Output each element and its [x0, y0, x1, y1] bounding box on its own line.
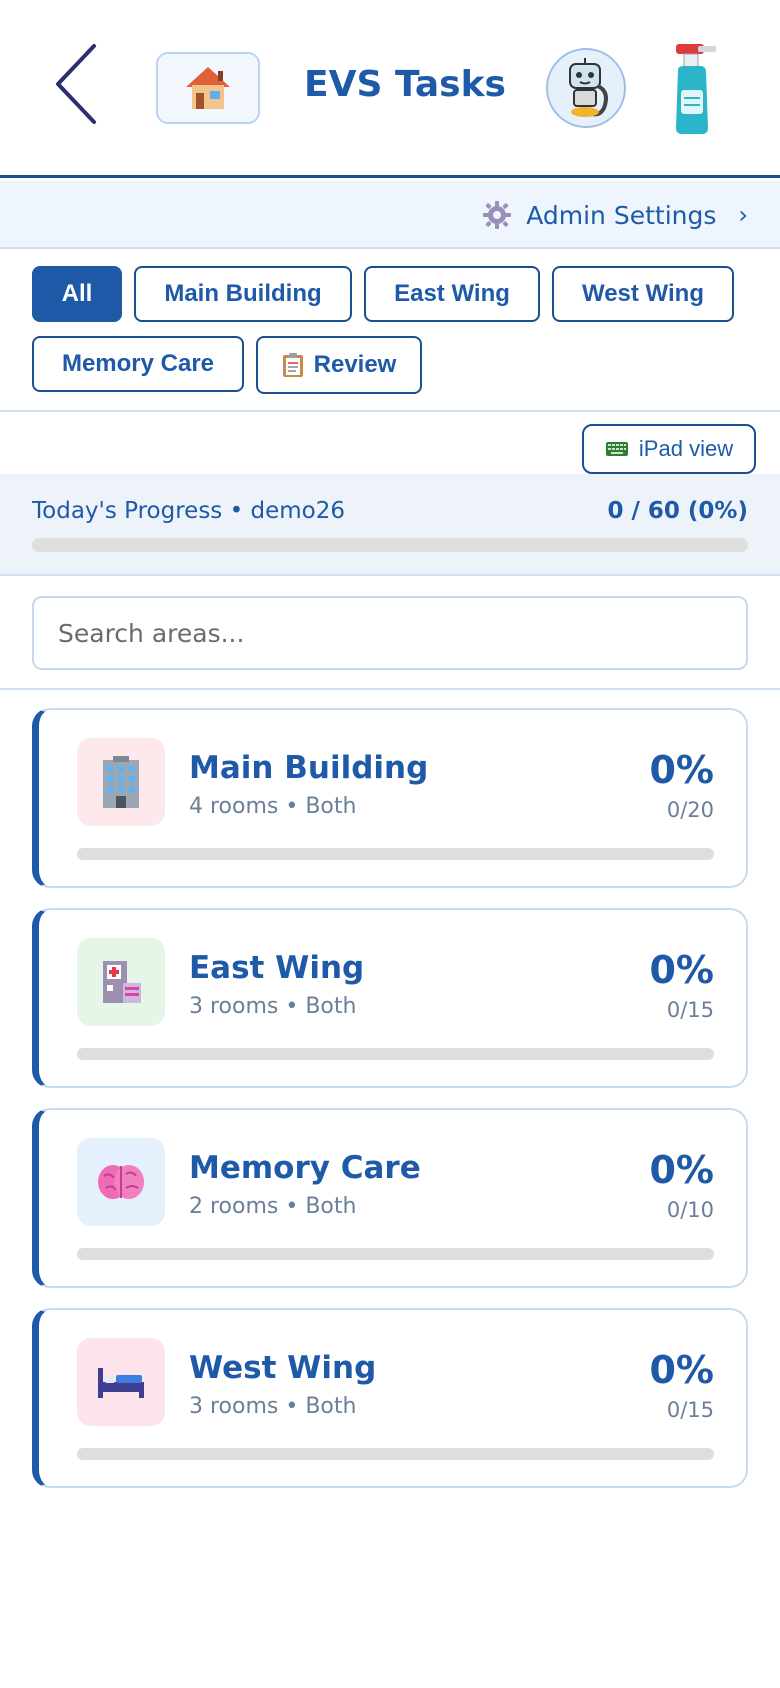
chevron-left-icon: [56, 44, 96, 124]
area-count: 0/15: [666, 998, 714, 1022]
area-count: 0/10: [666, 1198, 714, 1222]
area-icon-tile: [77, 1338, 165, 1426]
ipad-view-label: iPad view: [638, 436, 734, 461]
hospital-icon: [103, 961, 141, 1003]
filter-chip-label: East Wing: [394, 280, 510, 307]
area-progress-track: [77, 1048, 714, 1060]
ipad-view-button[interactable]: iPad view: [582, 424, 756, 474]
filter-chip-review[interactable]: Review: [256, 336, 422, 394]
filter-chip-label: Main Building: [164, 280, 322, 307]
filter-chip-east-wing[interactable]: East Wing: [364, 266, 540, 322]
area-progress-track: [77, 1248, 714, 1260]
cleaning-supplies-button[interactable]: [668, 40, 722, 136]
progress-count: 0 / 60 (0%): [607, 498, 748, 524]
keyboard-icon: [605, 442, 628, 456]
area-percent: 0%: [649, 1148, 714, 1192]
filter-chip-label: All: [61, 280, 93, 307]
todays-progress-panel: Today's Progress • demo26 0 / 60 (0%): [0, 474, 780, 576]
area-filter-bar: All Main Building East Wing West Wing Me…: [0, 250, 780, 412]
area-meta: 3 rooms • Both: [189, 1394, 357, 1419]
assistant-button[interactable]: [546, 48, 626, 128]
filter-chip-label: Memory Care: [61, 350, 215, 377]
filter-chip-label: Review: [313, 351, 397, 378]
area-icon-tile: [77, 1138, 165, 1226]
area-progress-track: [77, 1448, 714, 1460]
area-percent: 0%: [649, 948, 714, 992]
area-progress-track: [77, 848, 714, 860]
office-building-icon: [103, 756, 139, 808]
area-count: 0/15: [666, 1398, 714, 1422]
filter-chip-all[interactable]: All: [32, 266, 122, 322]
gear-icon: [483, 201, 512, 229]
admin-settings-link[interactable]: Admin Settings ›: [482, 195, 748, 235]
filter-chip-west-wing[interactable]: West Wing: [552, 266, 734, 322]
brain-icon: [98, 1165, 144, 1199]
area-percent: 0%: [649, 748, 714, 792]
progress-bar-track: [32, 538, 748, 552]
admin-settings-label: Admin Settings: [526, 200, 717, 230]
app-header: EVS Tasks: [0, 0, 780, 178]
clipboard-icon: [282, 353, 303, 377]
area-card-main-building[interactable]: Main Building 4 rooms • Both 0% 0/20: [32, 708, 748, 888]
house-icon: [186, 67, 230, 109]
filter-chip-main-building[interactable]: Main Building: [134, 266, 352, 322]
area-icon-tile: [77, 938, 165, 1026]
chevron-right-icon: ›: [738, 201, 748, 229]
home-button[interactable]: [156, 52, 260, 124]
robot-icon: [569, 58, 608, 117]
area-count: 0/20: [666, 798, 714, 822]
area-card-west-wing[interactable]: West Wing 3 rooms • Both 0% 0/15: [32, 1308, 748, 1488]
bed-icon: [98, 1368, 144, 1398]
filter-chip-label: West Wing: [581, 280, 704, 307]
area-meta: 2 rooms • Both: [189, 1194, 357, 1219]
admin-bar: Admin Settings ›: [0, 181, 780, 249]
area-name: West Wing: [189, 1350, 377, 1386]
area-meta: 3 rooms • Both: [189, 994, 357, 1019]
area-percent: 0%: [649, 1348, 714, 1392]
progress-label: Today's Progress • demo26: [32, 498, 345, 524]
search-input[interactable]: [32, 596, 748, 670]
spray-bottle-icon: [676, 44, 716, 134]
area-name: Memory Care: [189, 1150, 421, 1186]
back-button[interactable]: [34, 38, 120, 128]
area-name: Main Building: [189, 750, 429, 786]
filter-chip-memory-care[interactable]: Memory Care: [32, 336, 244, 392]
search-section: [0, 578, 780, 690]
area-icon-tile: [77, 738, 165, 826]
area-card-memory-care[interactable]: Memory Care 2 rooms • Both 0% 0/10: [32, 1108, 748, 1288]
page-title: EVS Tasks: [304, 64, 506, 105]
area-name: East Wing: [189, 950, 365, 986]
area-meta: 4 rooms • Both: [189, 794, 357, 819]
area-card-east-wing[interactable]: East Wing 3 rooms • Both 0% 0/15: [32, 908, 748, 1088]
